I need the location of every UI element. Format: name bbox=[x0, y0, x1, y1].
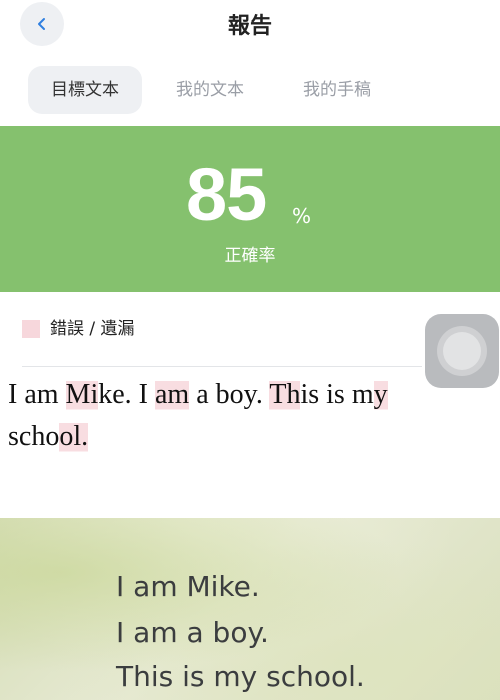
word-am-error: am bbox=[155, 379, 190, 410]
error-highlight: Mi bbox=[65, 379, 99, 410]
target-text-passage: I am Mike. I am a boy. This is my school… bbox=[8, 374, 428, 458]
page-title: 報告 bbox=[227, 14, 272, 39]
manuscript-photo: I am Mike. I am a boy. This is my school… bbox=[0, 518, 500, 700]
tab-my-text[interactable]: 我的文本 bbox=[155, 66, 265, 114]
word: am bbox=[24, 379, 59, 410]
word-this: This bbox=[269, 379, 320, 410]
word: is bbox=[326, 379, 345, 410]
tab-my-manuscript[interactable]: 我的手稿 bbox=[282, 66, 392, 114]
word: I bbox=[138, 379, 148, 410]
word: a bbox=[196, 379, 209, 410]
score-panel: 85 % 正確率 bbox=[0, 126, 500, 292]
assistive-touch-inner-dot bbox=[443, 332, 481, 370]
divider bbox=[22, 366, 422, 367]
assistive-touch-button[interactable] bbox=[425, 314, 499, 388]
word-my: my bbox=[351, 379, 388, 410]
accuracy-label: 正確率 bbox=[224, 246, 276, 266]
error-highlight: ol. bbox=[59, 421, 89, 452]
accuracy-unit: % bbox=[292, 204, 312, 228]
error-highlight: y bbox=[373, 379, 388, 410]
word: boy. bbox=[215, 379, 263, 410]
photo-text-line: I am a boy. bbox=[116, 616, 269, 649]
tab-bar: 目標文本 我的文本 我的手稿 bbox=[0, 66, 500, 114]
photo-text-line: I am Mike. bbox=[116, 570, 260, 603]
word-school: school. bbox=[8, 421, 89, 452]
accuracy-value: 85 bbox=[186, 153, 267, 236]
photo-text-line: This is my school. bbox=[116, 660, 365, 693]
error-legend-label: 錯誤 / 遺漏 bbox=[50, 319, 135, 339]
word: I bbox=[8, 379, 18, 410]
tab-target-text[interactable]: 目標文本 bbox=[28, 66, 142, 114]
error-legend-swatch bbox=[22, 320, 40, 338]
header-bar: 報告 bbox=[0, 0, 500, 50]
error-highlight: Th bbox=[269, 379, 301, 410]
word-mike: Mike. bbox=[65, 379, 132, 410]
